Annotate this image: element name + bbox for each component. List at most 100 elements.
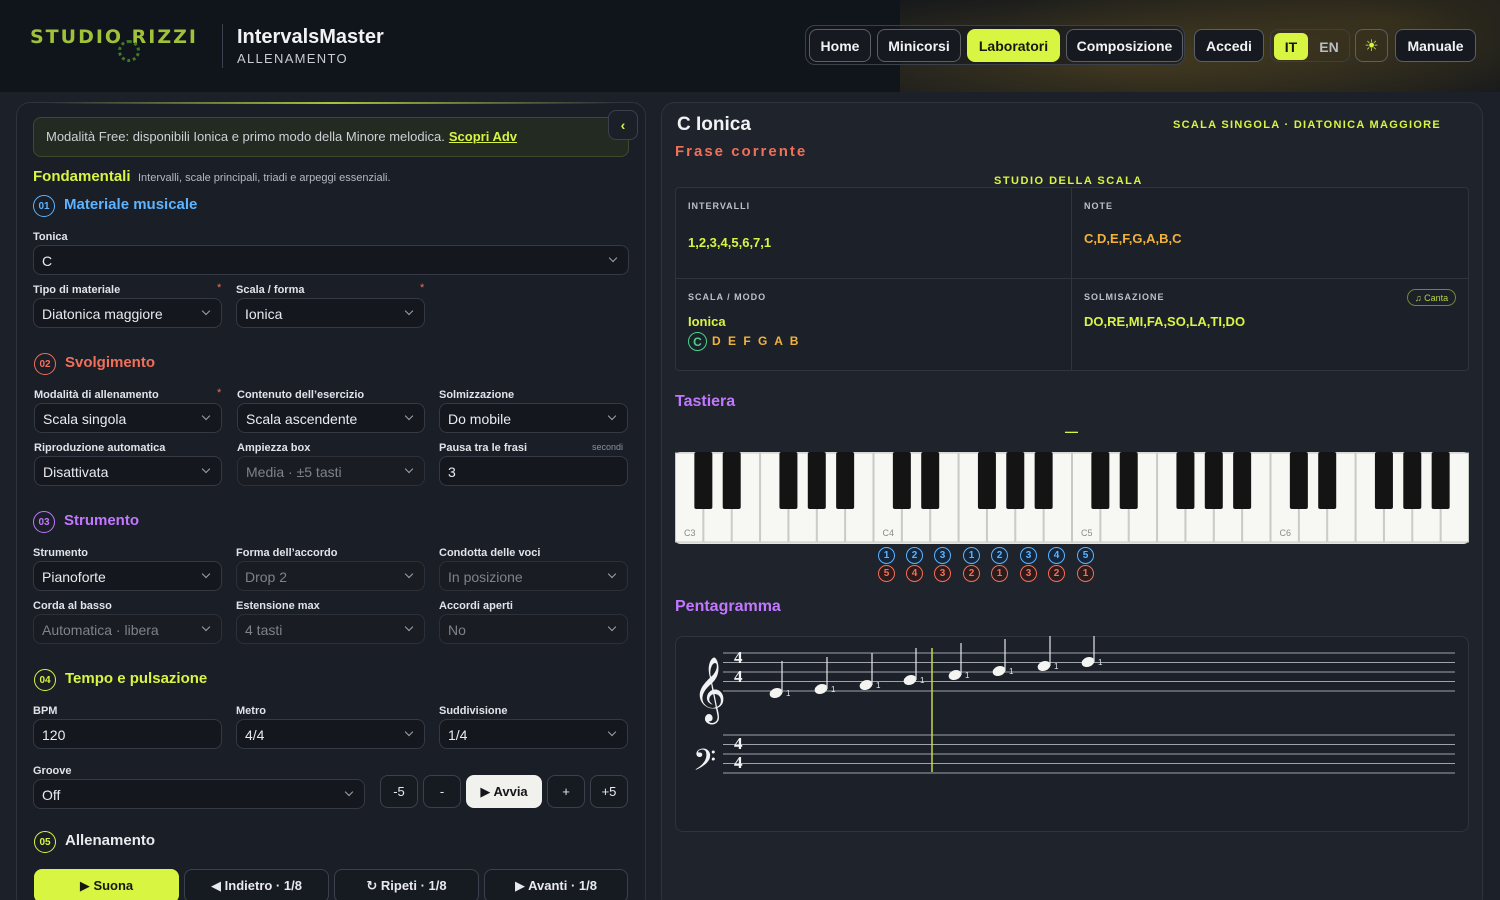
suddivisione-label: Suddivisione bbox=[439, 705, 508, 717]
black-key[interactable] bbox=[1176, 452, 1195, 509]
section-number: 01 bbox=[33, 195, 55, 217]
sing-button[interactable]: ♫ Canta bbox=[1407, 289, 1456, 306]
time-signature: 4 bbox=[734, 648, 743, 667]
metronome-start-button[interactable]: ▶ Avvia bbox=[466, 775, 542, 808]
required-mark: * bbox=[217, 387, 222, 399]
scale-notes: D E F G A B bbox=[712, 334, 801, 348]
bpm-label: BPM bbox=[33, 705, 58, 717]
riproduzione-label: Riproduzione automatica bbox=[34, 442, 166, 454]
bpm-minus-button[interactable]: - bbox=[423, 775, 461, 808]
back-button[interactable]: ◀ Indietro · 1/8 bbox=[184, 869, 329, 900]
bpm-input[interactable]: 120 bbox=[33, 719, 222, 749]
language-switch: IT EN bbox=[1270, 29, 1350, 62]
manual-button[interactable]: Manuale bbox=[1395, 29, 1476, 62]
scala-select[interactable]: Ionica bbox=[236, 298, 425, 328]
chevron-down-icon bbox=[201, 464, 211, 474]
black-key[interactable] bbox=[1204, 452, 1223, 509]
fingering-label: 1 bbox=[920, 676, 925, 685]
nav-composizione[interactable]: Composizione bbox=[1066, 29, 1183, 62]
pausa-input[interactable]: 3 bbox=[439, 456, 628, 486]
finger-badge: 1 bbox=[878, 547, 895, 564]
fingering-label: 1 bbox=[876, 681, 881, 690]
solmizzazione-select[interactable]: Do mobile bbox=[439, 403, 628, 433]
note-label: NOTE bbox=[1084, 201, 1114, 211]
ampiezza-select[interactable]: Media · ±5 tasti bbox=[237, 456, 425, 486]
tipo-select[interactable]: Diatonica maggiore bbox=[33, 298, 222, 328]
riproduzione-select[interactable]: Disattivata bbox=[34, 456, 222, 486]
discover-adv-link[interactable]: Scopri Adv bbox=[449, 129, 517, 144]
contenuto-select[interactable]: Scala ascendente bbox=[237, 403, 425, 433]
forma-label: Forma dell’accordo bbox=[236, 547, 338, 559]
black-key[interactable] bbox=[836, 452, 855, 509]
modalita-select[interactable]: Scala singola bbox=[34, 403, 222, 433]
black-key[interactable] bbox=[1006, 452, 1025, 509]
estensione-select[interactable]: 4 tasti bbox=[236, 614, 425, 644]
play-button[interactable]: ▶ Suona bbox=[34, 869, 179, 900]
finger-badge: 4 bbox=[1048, 547, 1065, 564]
finger-badge: 3 bbox=[1020, 565, 1037, 582]
condotta-value: In posizione bbox=[448, 569, 523, 585]
black-key[interactable] bbox=[921, 452, 940, 509]
metro-select[interactable]: 4/4 bbox=[236, 719, 425, 749]
black-key[interactable] bbox=[722, 452, 741, 509]
lang-it[interactable]: IT bbox=[1274, 33, 1308, 60]
finger-badge: 5 bbox=[1077, 547, 1094, 564]
fingering-label: 1 bbox=[1054, 662, 1059, 671]
black-key[interactable] bbox=[892, 452, 911, 509]
forma-value: Drop 2 bbox=[245, 569, 288, 585]
black-key[interactable] bbox=[1374, 452, 1393, 509]
estensione-label: Estensione max bbox=[236, 600, 320, 612]
black-key[interactable] bbox=[1233, 452, 1252, 509]
tonica-select[interactable]: C bbox=[33, 245, 629, 275]
corda-select[interactable]: Automatica · libera bbox=[33, 614, 222, 644]
black-key[interactable] bbox=[1403, 452, 1422, 509]
repeat-button[interactable]: ↻ Ripeti · 1/8 bbox=[334, 869, 479, 900]
black-key[interactable] bbox=[694, 452, 713, 509]
black-key[interactable] bbox=[779, 452, 798, 509]
collapse-panel-button[interactable]: ‹ bbox=[608, 110, 638, 140]
required-mark: * bbox=[420, 282, 425, 294]
chevron-down-icon bbox=[404, 411, 414, 421]
black-key[interactable] bbox=[977, 452, 996, 509]
chevron-down-icon bbox=[201, 306, 211, 316]
black-key[interactable] bbox=[1289, 452, 1308, 509]
group-title: Fondamentali bbox=[33, 168, 131, 185]
next-button[interactable]: ▶ Avanti · 1/8 bbox=[484, 869, 628, 900]
black-key[interactable] bbox=[1431, 452, 1450, 509]
groove-value: Off bbox=[42, 787, 61, 803]
black-key[interactable] bbox=[1091, 452, 1110, 509]
condotta-select[interactable]: In posizione bbox=[439, 561, 628, 591]
piano-keyboard[interactable]: C3 C4 C5 C6 bbox=[675, 452, 1469, 544]
chevron-down-icon bbox=[607, 622, 617, 632]
accordi-select[interactable]: No bbox=[439, 614, 628, 644]
forma-select[interactable]: Drop 2 bbox=[236, 561, 425, 591]
bpm-plus-button[interactable]: + bbox=[547, 775, 585, 808]
app-title: IntervalsMaster bbox=[237, 26, 384, 48]
nav-home[interactable]: Home bbox=[809, 29, 871, 62]
required-mark: * bbox=[217, 282, 222, 294]
groove-label: Groove bbox=[33, 765, 72, 777]
octave-label: C6 bbox=[1280, 528, 1292, 538]
divider bbox=[1071, 188, 1072, 370]
strumento-select[interactable]: Pianoforte bbox=[33, 561, 222, 591]
scala-value: Ionica bbox=[245, 306, 283, 322]
logo[interactable]: STUDIO RIZZI bbox=[30, 26, 198, 62]
group-description: Intervalli, scale principali, triadi e a… bbox=[138, 172, 391, 184]
lang-en[interactable]: EN bbox=[1312, 33, 1346, 60]
nav-minicorsi[interactable]: Minicorsi bbox=[877, 29, 961, 62]
black-key[interactable] bbox=[1034, 452, 1053, 509]
login-button[interactable]: Accedi bbox=[1194, 29, 1264, 62]
black-key[interactable] bbox=[1119, 452, 1138, 509]
suddivisione-select[interactable]: 1/4 bbox=[439, 719, 628, 749]
sun-icon[interactable]: ☀ bbox=[1355, 29, 1388, 62]
fingering-label: 1 bbox=[1098, 658, 1103, 667]
fingering-label: 1 bbox=[831, 685, 836, 694]
black-key[interactable] bbox=[1318, 452, 1337, 509]
groove-select[interactable]: Off bbox=[33, 779, 365, 809]
bpm-plus-5-button[interactable]: +5 bbox=[590, 775, 628, 808]
nav-laboratori[interactable]: Laboratori bbox=[967, 29, 1060, 62]
black-key[interactable] bbox=[807, 452, 826, 509]
chevron-down-icon bbox=[404, 306, 414, 316]
suddivisione-value: 1/4 bbox=[448, 727, 468, 743]
bpm-minus-5-button[interactable]: -5 bbox=[380, 775, 418, 808]
